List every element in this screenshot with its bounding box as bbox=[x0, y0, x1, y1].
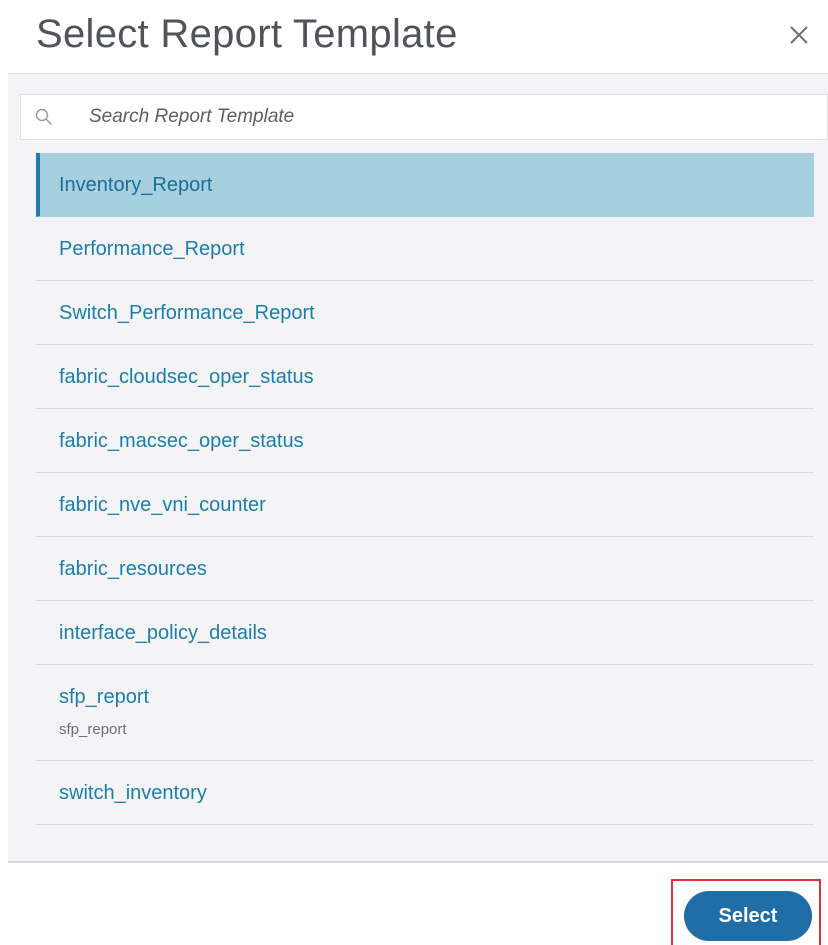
template-item-label: Inventory_Report bbox=[59, 174, 213, 196]
template-item-fabric-resources[interactable]: fabric_resources bbox=[36, 537, 814, 601]
template-item-sfp-report[interactable]: sfp_report sfp_report bbox=[36, 665, 814, 761]
search-box bbox=[20, 94, 828, 140]
template-item-label: fabric_macsec_oper_status bbox=[59, 430, 304, 452]
template-item-switch-inventory[interactable]: switch_inventory bbox=[36, 761, 814, 825]
template-item-fabric-macsec-oper-status[interactable]: fabric_macsec_oper_status bbox=[36, 409, 814, 473]
template-item-switch-performance-report[interactable]: Switch_Performance_Report bbox=[36, 281, 814, 345]
template-item-fabric-nve-vni-counter[interactable]: fabric_nve_vni_counter bbox=[36, 473, 814, 537]
template-item-inventory-report[interactable]: Inventory_Report bbox=[36, 153, 814, 217]
template-item-label: Performance_Report bbox=[59, 238, 245, 260]
template-item-label: fabric_resources bbox=[59, 558, 207, 580]
dialog-footer: Select bbox=[0, 863, 828, 945]
template-list: Inventory_Report Performance_Report Swit… bbox=[36, 153, 814, 825]
template-item-label: fabric_nve_vni_counter bbox=[59, 494, 266, 516]
template-item-label: sfp_report bbox=[59, 686, 150, 708]
select-report-template-dialog: Select Report Template Inventory_Report bbox=[0, 0, 828, 945]
template-item-label: switch_inventory bbox=[59, 782, 207, 804]
template-item-performance-report[interactable]: Performance_Report bbox=[36, 217, 814, 281]
dialog-title: Select Report Template bbox=[36, 12, 458, 56]
search-icon bbox=[35, 108, 53, 126]
template-item-label: interface_policy_details bbox=[59, 622, 267, 644]
dialog-body: Inventory_Report Performance_Report Swit… bbox=[8, 73, 828, 863]
template-item-label: fabric_cloudsec_oper_status bbox=[59, 366, 314, 388]
dialog-header: Select Report Template bbox=[0, 0, 828, 72]
close-icon[interactable] bbox=[788, 24, 810, 46]
template-item-fabric-cloudsec-oper-status[interactable]: fabric_cloudsec_oper_status bbox=[36, 345, 814, 409]
select-button[interactable]: Select bbox=[684, 891, 812, 941]
template-item-label: Switch_Performance_Report bbox=[59, 302, 315, 324]
search-input[interactable] bbox=[89, 95, 809, 139]
template-item-interface-policy-details[interactable]: interface_policy_details bbox=[36, 601, 814, 665]
template-item-description: sfp_report bbox=[59, 721, 127, 738]
